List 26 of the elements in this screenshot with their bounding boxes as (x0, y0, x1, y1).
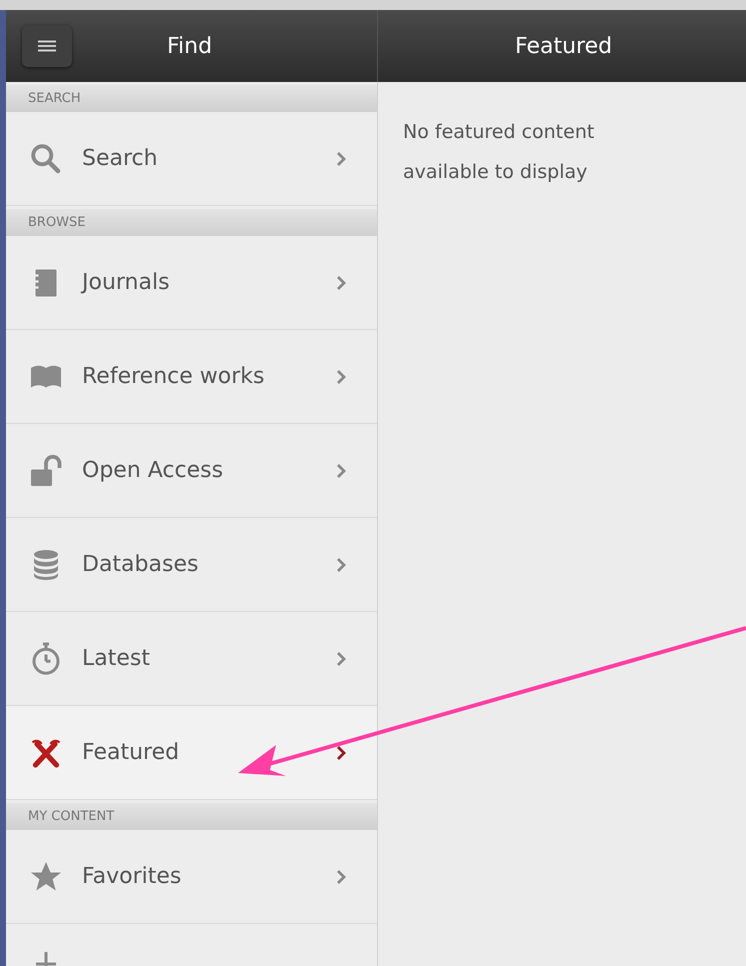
item-label: Databases (82, 551, 200, 579)
chevron-icon (335, 556, 347, 574)
section-header: MY CONTENT (6, 803, 377, 830)
chevron-icon (335, 274, 347, 292)
empty-message: No featured content available to display (403, 120, 596, 185)
sidebar-item[interactable]: Featured (6, 706, 377, 800)
item-label: Reference works (82, 363, 266, 391)
item-label: Featured (82, 739, 180, 767)
chevron-icon (335, 462, 347, 480)
menu-button[interactable] (22, 25, 72, 67)
item-label: Open Access (82, 457, 224, 485)
page-title: Featured (515, 32, 612, 60)
menu-icon (37, 40, 57, 52)
sidebar-title: Find (167, 32, 212, 60)
item-label: Latest (82, 645, 151, 673)
section-header: BROWSE (6, 209, 377, 236)
chevron-icon (335, 150, 347, 168)
chevron-icon (335, 368, 347, 386)
open-padlock-icon (28, 452, 64, 488)
chevron-icon (335, 868, 347, 886)
section-header: SEARCH (6, 85, 377, 112)
chevron-icon (335, 744, 347, 762)
item-label: Journals (82, 269, 171, 297)
item-label: Search (82, 145, 159, 173)
item-label: Favorites (82, 863, 182, 891)
chevron-icon (335, 650, 347, 668)
